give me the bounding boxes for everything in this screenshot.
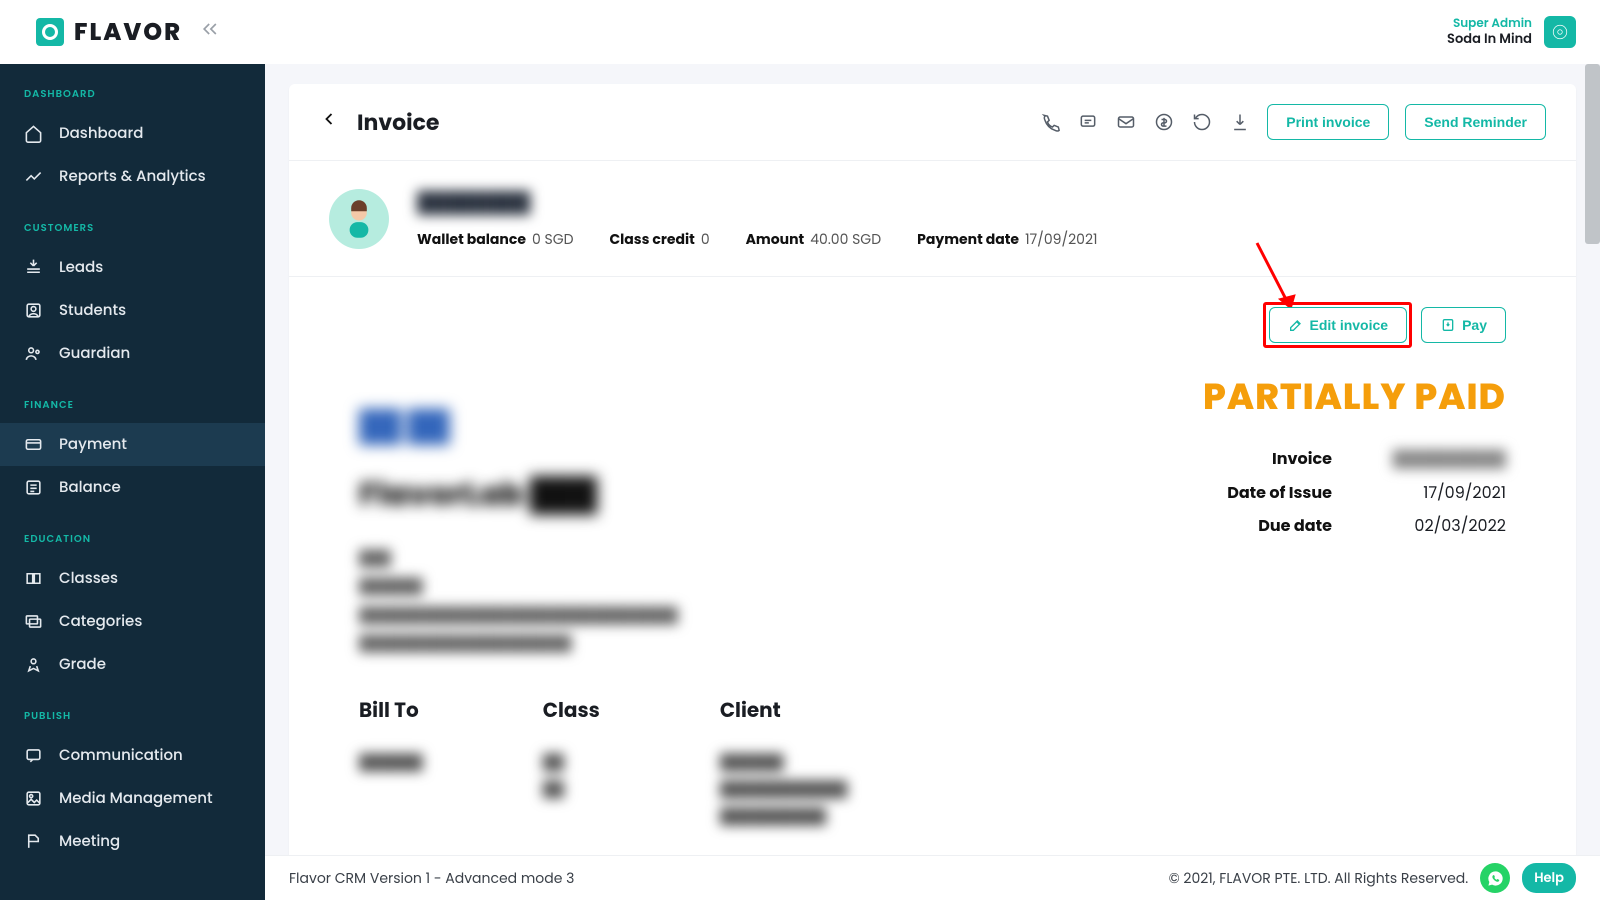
button-label: Print invoice	[1286, 114, 1370, 130]
back-icon[interactable]	[319, 109, 339, 136]
user-org: Soda In Mind	[1447, 31, 1532, 47]
customer-name-masked: ████████	[417, 187, 1098, 217]
company-name-masked: FlavorLab ███	[359, 471, 959, 519]
footer-version: Flavor CRM Version 1 - Advanced mode 3	[289, 868, 574, 889]
sidebar-item-students[interactable]: Students	[0, 289, 265, 332]
sidebar: DASHBOARD Dashboard Reports & Analytics …	[0, 64, 265, 900]
sidebar-item-label: Students	[59, 299, 126, 322]
brand-logo[interactable]: FLAVOR	[36, 15, 182, 50]
sidebar-section-finance: FINANCE	[0, 375, 265, 423]
sidebar-item-balance[interactable]: Balance	[0, 466, 265, 509]
phone-icon[interactable]	[1039, 111, 1061, 133]
sidebar-section-education: EDUCATION	[0, 509, 265, 557]
button-label: Edit invoice	[1310, 317, 1389, 333]
sidebar-item-label: Payment	[59, 433, 127, 456]
footer: Flavor CRM Version 1 - Advanced mode 3 ©…	[265, 855, 1600, 900]
pay-button[interactable]: Pay	[1421, 307, 1506, 343]
sidebar-item-label: Classes	[59, 567, 118, 590]
class-value-masked: ██ ██	[543, 749, 600, 803]
comment-icon[interactable]	[1077, 111, 1099, 133]
sidebar-collapse-icon[interactable]	[200, 17, 220, 47]
sidebar-item-label: Media Management	[59, 787, 213, 810]
sidebar-item-label: Categories	[59, 610, 142, 633]
print-invoice-button[interactable]: Print invoice	[1267, 104, 1389, 140]
sidebar-item-meeting[interactable]: Meeting	[0, 820, 265, 863]
button-label: Send Reminder	[1424, 114, 1527, 130]
payment-date-label: Payment date	[917, 229, 1019, 249]
amount-value: 40.00 SGD	[810, 229, 881, 249]
sidebar-item-guardian[interactable]: Guardian	[0, 332, 265, 375]
scrollbar-indicator[interactable]	[1585, 64, 1600, 244]
main-content: Invoice Print invoice Send Reminder ████…	[265, 64, 1600, 855]
wallet-balance-label: Wallet balance	[417, 229, 526, 249]
edit-invoice-button[interactable]: Edit invoice	[1269, 307, 1408, 343]
help-button[interactable]: Help	[1522, 863, 1576, 893]
meta-issue-value: 17/09/2021	[1386, 476, 1506, 510]
class-credit-value: 0	[701, 229, 710, 249]
sidebar-item-classes[interactable]: Classes	[0, 557, 265, 600]
meta-invoice-value-masked: ██████████	[1386, 442, 1506, 476]
company-logo-masked: ██ ██	[359, 403, 959, 449]
client-value-masked: ██████ ████████████ ██████████	[720, 749, 848, 830]
payment-date-value: 17/09/2021	[1025, 229, 1097, 249]
sidebar-section-publish: PUBLISH	[0, 686, 265, 734]
meta-issue-label: Date of Issue	[1227, 481, 1332, 504]
sidebar-section-customers: CUSTOMERS	[0, 198, 265, 246]
sidebar-item-grade[interactable]: Grade	[0, 643, 265, 686]
meta-invoice-label: Invoice	[1272, 447, 1332, 470]
sidebar-item-label: Grade	[59, 653, 106, 676]
client-column-label: Client	[720, 695, 848, 725]
dollar-icon[interactable]	[1153, 111, 1175, 133]
whatsapp-icon[interactable]	[1480, 863, 1510, 893]
send-reminder-button[interactable]: Send Reminder	[1405, 104, 1546, 140]
invoice-actions-row: Edit invoice Pay	[359, 307, 1506, 343]
sidebar-item-label: Balance	[59, 476, 121, 499]
sidebar-item-dashboard[interactable]: Dashboard	[0, 112, 265, 155]
meta-due-label: Due date	[1258, 514, 1332, 537]
sidebar-item-label: Leads	[59, 256, 103, 279]
bill-to-label: Bill To	[359, 695, 423, 725]
customer-avatar-icon	[329, 189, 389, 249]
sidebar-item-communication[interactable]: Communication	[0, 734, 265, 777]
sidebar-item-leads[interactable]: Leads	[0, 246, 265, 289]
button-label: Pay	[1462, 317, 1487, 333]
sidebar-item-categories[interactable]: Categories	[0, 600, 265, 643]
user-avatar-icon[interactable]	[1544, 16, 1576, 48]
sidebar-item-label: Communication	[59, 744, 183, 767]
company-address-masked: ███ ██████ █████████████████████████████…	[359, 545, 959, 659]
footer-copyright: © 2021, FLAVOR PTE. LTD. All Rights Rese…	[1169, 868, 1469, 889]
sidebar-section-dashboard: DASHBOARD	[0, 64, 265, 112]
sidebar-item-label: Dashboard	[59, 122, 143, 145]
sidebar-item-label: Guardian	[59, 342, 130, 365]
history-icon[interactable]	[1191, 111, 1213, 133]
class-credit-label: Class credit	[610, 229, 695, 249]
sidebar-item-reports[interactable]: Reports & Analytics	[0, 155, 265, 198]
mail-icon[interactable]	[1115, 111, 1137, 133]
bill-to-value-masked: ██████	[359, 749, 423, 776]
amount-label: Amount	[746, 229, 805, 249]
class-column-label: Class	[543, 695, 600, 725]
download-icon[interactable]	[1229, 111, 1251, 133]
meta-due-value: 02/03/2022	[1386, 509, 1506, 543]
sidebar-item-media[interactable]: Media Management	[0, 777, 265, 820]
topbar: FLAVOR Super Admin Soda In Mind	[0, 0, 1600, 64]
brand-name: FLAVOR	[74, 15, 182, 50]
sidebar-item-label: Reports & Analytics	[59, 165, 206, 188]
logo-mark-icon	[36, 18, 64, 46]
sidebar-item-label: Meeting	[59, 830, 120, 853]
sidebar-item-payment[interactable]: Payment	[0, 423, 265, 466]
wallet-balance-value: 0 SGD	[532, 229, 574, 249]
page-title: Invoice	[357, 106, 439, 139]
